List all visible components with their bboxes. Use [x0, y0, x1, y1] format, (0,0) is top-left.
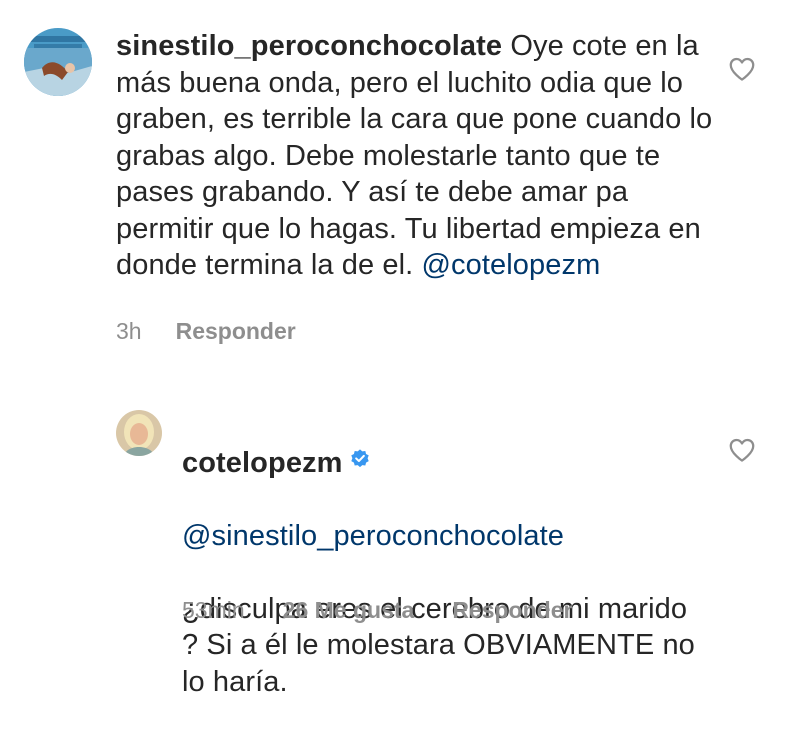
comment-meta-2: 53min 26 Me gusta Responder	[182, 597, 572, 624]
likes-count-button[interactable]: 26 Me gusta	[283, 597, 415, 624]
comment-text-2: cotelopezm @sinestilo_peroconchocolate ¿…	[182, 408, 702, 737]
verified-badge-icon	[349, 443, 371, 480]
comment-text-1: sinestilo_peroconchocolate Oye cote en l…	[116, 28, 716, 284]
like-heart-icon-1[interactable]	[727, 54, 757, 84]
reply-button-1[interactable]: Responder	[176, 318, 296, 345]
avatar-sinestilo[interactable]	[24, 28, 92, 96]
comment-mention-2[interactable]: @sinestilo_peroconchocolate	[182, 518, 702, 555]
avatar-cotelopezm[interactable]	[116, 410, 162, 456]
comment-username-1[interactable]: sinestilo_peroconchocolate	[116, 30, 502, 62]
comment-username-2[interactable]: cotelopezm	[182, 447, 343, 479]
comment-time-1: 3h	[116, 318, 142, 344]
like-heart-icon-2[interactable]	[727, 435, 757, 465]
comment-mention-1[interactable]: @cotelopezm	[421, 249, 600, 281]
comment-meta-1: 3h Responder	[116, 318, 296, 345]
comment-body-1: Oye cote en la más buena onda, pero el l…	[116, 30, 713, 281]
reply-button-2[interactable]: Responder	[452, 597, 572, 624]
comment-time-2: 53min	[182, 597, 245, 623]
